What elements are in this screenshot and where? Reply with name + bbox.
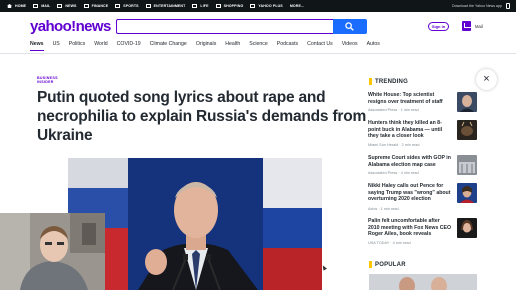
trending-title: TRENDING — [369, 78, 408, 85]
article-headline: Putin quoted song lyrics about rape and … — [37, 89, 367, 144]
entertainment-icon — [145, 4, 151, 8]
topbar-item-life[interactable]: LIFE — [192, 4, 208, 8]
sign-in-button[interactable]: Sign in — [428, 22, 449, 31]
topbar-label: MAIL — [41, 4, 51, 8]
topbar-label: SPORTS — [123, 4, 139, 8]
trending-item-source: Axios · 1 min read — [368, 207, 399, 211]
search-icon — [345, 22, 354, 31]
tab-world[interactable]: World — [94, 41, 107, 51]
download-app-link[interactable]: Download the Yahoo News app — [452, 4, 502, 8]
topbar-label: ENTERTAINMENT — [153, 4, 186, 8]
topbar-label: YAHOO PLUS — [258, 4, 283, 8]
topbar-label: SHOPPING — [223, 4, 244, 8]
tab-covid-19[interactable]: COVID-19 — [117, 41, 141, 51]
trending-item-source: Associated Press · 4 min read — [368, 171, 419, 175]
tab-videos[interactable]: Videos — [342, 41, 358, 51]
topbar-item-sports[interactable]: SPORTS — [115, 4, 139, 8]
tab-politics[interactable]: Politics — [69, 41, 85, 51]
tab-contact-us[interactable]: Contact Us — [307, 41, 333, 51]
life-icon — [192, 4, 198, 8]
topbar-label: NEWS — [65, 4, 77, 8]
trending-item-title[interactable]: White House: Top scientist resigns over … — [368, 92, 452, 105]
topbar-item-home[interactable]: HOME — [7, 4, 26, 8]
mail-icon — [33, 4, 39, 8]
news-icon — [57, 4, 63, 8]
finance-icon — [83, 4, 89, 8]
topbar-item-shopping[interactable]: SHOPPING — [215, 4, 244, 8]
shopping-icon — [215, 4, 221, 8]
yahoo-news-logo[interactable]: yahoo!news — [30, 18, 111, 35]
webcam-overlay — [0, 213, 105, 290]
tab-science[interactable]: Science — [249, 41, 267, 51]
topbar-item-news[interactable]: NEWS — [57, 4, 76, 8]
section-accent-bar — [369, 261, 372, 268]
topbar-label: MORE... — [289, 4, 305, 8]
trending-thumbnail[interactable] — [457, 183, 477, 203]
topbar-item-mail[interactable]: MAIL — [33, 4, 50, 8]
popular-thumbnail[interactable] — [369, 274, 477, 290]
trending-thumbnail[interactable] — [457, 155, 477, 175]
trending-item[interactable]: White House: Top scientist resigns over … — [368, 92, 478, 122]
trending-item-source: Miami Sun Herald · 2 min read — [368, 143, 420, 147]
trending-item-title[interactable]: Palin felt uncomfortable after 2010 meet… — [368, 218, 452, 238]
topbar-label: LIFE — [200, 4, 209, 8]
trending-item[interactable]: Hunters think they killed an 8-point buc… — [368, 120, 478, 150]
tab-climate-change[interactable]: Climate Change — [150, 41, 187, 51]
webcam-person-graphic — [0, 213, 105, 290]
topbar-item-more[interactable]: MORE... — [290, 4, 304, 8]
topbar-item-entertainment[interactable]: ENTERTAINMENT — [145, 4, 186, 8]
tab-autos[interactable]: Autos — [367, 41, 380, 51]
trending-item[interactable]: Palin felt uncomfortable after 2010 meet… — [368, 218, 478, 248]
trending-item[interactable]: Supreme Court sides with GOP in Alabama … — [368, 155, 478, 185]
mail-link[interactable]: Mail — [475, 24, 483, 29]
trending-item-source: Associated Press · 1 min read — [368, 108, 419, 112]
phone-icon — [506, 3, 510, 9]
article-photo[interactable] — [68, 158, 322, 290]
search-button[interactable] — [333, 19, 367, 34]
trending-thumbnail[interactable] — [457, 218, 477, 238]
trending-item-title[interactable]: Supreme Court sides with GOP in Alabama … — [368, 155, 452, 168]
home-icon — [7, 4, 12, 8]
tab-podcasts[interactable]: Podcasts — [277, 41, 298, 51]
top-navigation-bar: HOME MAIL NEWS FINANCE SPORTS ENTERTAINM… — [0, 0, 516, 12]
mail-icon[interactable] — [462, 21, 471, 31]
topbar-item-yahoo-plus[interactable]: YAHOO PLUS — [250, 4, 283, 8]
topbar-label: HOME — [15, 4, 27, 8]
search-input[interactable] — [116, 19, 334, 34]
trending-thumbnail[interactable] — [457, 92, 477, 112]
publisher-logo[interactable]: BUSINESS INSIDER — [37, 76, 58, 84]
topbar-item-finance[interactable]: FINANCE — [83, 4, 109, 8]
tab-news[interactable]: News — [30, 41, 44, 51]
yahoo-plus-icon — [250, 4, 256, 8]
trending-item-source: USA TODAY · 4 min read — [368, 241, 411, 245]
close-button[interactable]: × — [476, 69, 497, 90]
popular-title: POPULAR — [369, 261, 406, 268]
trending-item-title[interactable]: Hunters think they killed an 8-point buc… — [368, 120, 452, 140]
sports-icon — [115, 4, 121, 8]
trending-thumbnail[interactable] — [457, 120, 477, 140]
nav-divider — [0, 53, 516, 54]
tab-us[interactable]: US — [53, 41, 60, 51]
category-nav: News US Politics World COVID-19 Climate … — [30, 41, 389, 51]
trending-item-title[interactable]: Nikki Haley calls out Pence for saying T… — [368, 183, 452, 203]
trending-label: TRENDING — [375, 78, 408, 85]
section-accent-bar — [369, 78, 372, 85]
putin-photo-graphic — [68, 158, 322, 290]
tab-health[interactable]: Health — [225, 41, 240, 51]
trending-item[interactable]: Nikki Haley calls out Pence for saying T… — [368, 183, 478, 213]
tab-originals[interactable]: Originals — [196, 41, 216, 51]
popular-label: POPULAR — [375, 261, 406, 268]
topbar-label: FINANCE — [91, 4, 109, 8]
publisher-line: INSIDER — [37, 80, 54, 85]
